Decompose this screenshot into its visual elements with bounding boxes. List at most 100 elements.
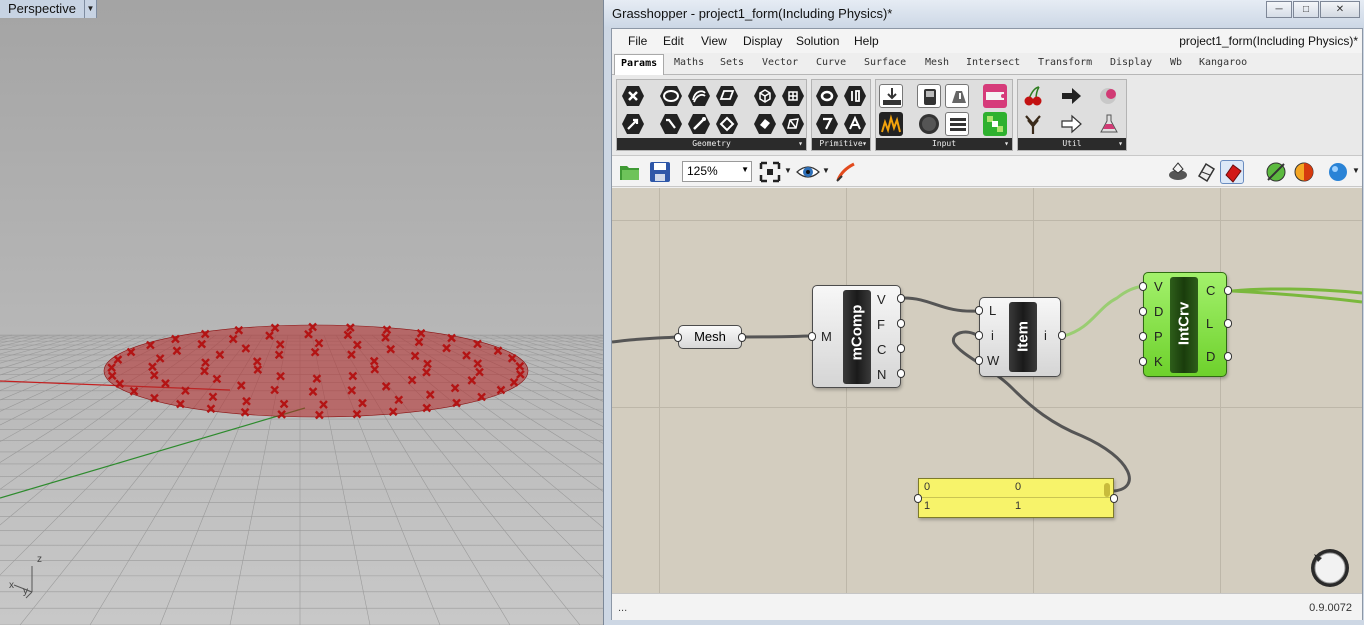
gradient-icon[interactable]	[983, 84, 1007, 108]
tab-curve[interactable]: Curve	[816, 57, 846, 68]
viewport-tab[interactable]: Perspective ▼	[0, 0, 97, 18]
circle-param-icon[interactable]	[659, 84, 683, 108]
open-file-icon[interactable]	[618, 160, 642, 184]
tab-display[interactable]: Display	[1110, 57, 1152, 68]
tab-kangaroo[interactable]: Kangaroo	[1199, 57, 1247, 68]
mesh-components-node[interactable]: M mComp V F C N	[812, 285, 901, 388]
intcrv-grip-l[interactable]	[1224, 319, 1232, 328]
box-param-icon[interactable]	[753, 84, 777, 108]
preview-eye-icon[interactable]	[796, 160, 820, 184]
boolean-param-icon[interactable]	[815, 84, 839, 108]
boolean-toggle-grid-icon[interactable]	[983, 112, 1007, 136]
menu-edit[interactable]: Edit	[663, 34, 684, 48]
bake-icon[interactable]	[1264, 160, 1288, 184]
minimize-button[interactable]: ─	[1266, 1, 1292, 18]
data-tree-icon[interactable]	[1021, 112, 1045, 136]
navigation-compass-icon[interactable]	[1308, 546, 1352, 590]
tab-intersect[interactable]: Intersect	[966, 57, 1020, 68]
toggle-icon[interactable]	[917, 112, 941, 136]
tab-maths[interactable]: Maths	[674, 57, 704, 68]
intcrv-grip-d-out[interactable]	[1224, 352, 1232, 361]
item-grip-l[interactable]	[975, 306, 983, 315]
sketch-pen-icon[interactable]	[834, 160, 858, 184]
geometry-hex-icon[interactable]	[621, 84, 645, 108]
intcrv-grip-c[interactable]	[1224, 286, 1232, 295]
intcrv-grip-p[interactable]	[1139, 332, 1147, 341]
integer-param-icon[interactable]	[843, 84, 867, 108]
interpolate-curve-node[interactable]: V D P K IntCrv C L D	[1143, 272, 1227, 377]
preview-dropdown-icon[interactable]: ▼	[822, 166, 830, 175]
panel-output-grip[interactable]	[1110, 494, 1118, 503]
brep-param-icon[interactable]	[753, 112, 777, 136]
save-file-icon[interactable]	[648, 160, 672, 184]
text-param-icon[interactable]	[843, 112, 867, 136]
mesh-param-input-grip[interactable]	[674, 333, 682, 342]
relay-arrow-icon[interactable]	[1059, 84, 1083, 108]
mesh-param-component[interactable]: Mesh	[678, 325, 742, 349]
menu-help[interactable]: Help	[854, 34, 879, 48]
sphere-dropdown-icon[interactable]: ▼	[1352, 166, 1360, 175]
cherry-picker-icon[interactable]	[1021, 84, 1045, 108]
tab-vector[interactable]: Vector	[762, 57, 798, 68]
tab-surface[interactable]: Surface	[864, 57, 906, 68]
menu-view[interactable]: View	[701, 34, 727, 48]
mcomp-grip-n[interactable]	[897, 369, 905, 378]
value-list-icon[interactable]	[945, 112, 969, 136]
viewport-title[interactable]: Perspective	[0, 0, 85, 18]
panel-input-label[interactable]: Input	[876, 138, 1012, 150]
tab-mesh[interactable]: Mesh	[925, 57, 949, 68]
zoom-level-select[interactable]: 125% ▼	[682, 161, 752, 182]
zoom-extents-icon[interactable]	[758, 160, 782, 184]
point-param-icon[interactable]	[621, 112, 645, 136]
menu-solution[interactable]: Solution	[796, 34, 839, 48]
mesh-param-icon[interactable]	[781, 112, 805, 136]
display-color-icon[interactable]	[1292, 160, 1316, 184]
flask-icon[interactable]	[1097, 112, 1121, 136]
curve-param-icon[interactable]	[687, 84, 711, 108]
wireframe-icon[interactable]	[1194, 160, 1218, 184]
window-titlebar[interactable]: Grasshopper - project1_form(Including Ph…	[604, 0, 1364, 27]
item-grip-out[interactable]	[1058, 331, 1066, 340]
mcomp-grip-f[interactable]	[897, 319, 905, 328]
close-button[interactable]: ✕	[1320, 1, 1360, 18]
menu-file[interactable]: File	[628, 34, 647, 48]
menu-display[interactable]: Display	[743, 34, 782, 48]
graph-mapper-icon[interactable]	[879, 112, 903, 136]
node-canvas[interactable]: Mesh M mComp V F C N L i W Item i V D P …	[612, 188, 1362, 593]
panel-util-label[interactable]: Util	[1018, 138, 1126, 150]
item-grip-i[interactable]	[975, 331, 983, 340]
tab-params[interactable]: Params	[614, 54, 665, 75]
rhino-perspective-viewport[interactable]: z x y Perspective ▼	[0, 0, 603, 625]
mesh-param-output-grip[interactable]	[738, 333, 746, 342]
maximize-button[interactable]: □	[1293, 1, 1319, 18]
panel-input-grip[interactable]	[914, 494, 922, 503]
plane-param-icon[interactable]	[715, 112, 739, 136]
intcrv-grip-v[interactable]	[1139, 282, 1147, 291]
tab-wb[interactable]: Wb	[1170, 57, 1182, 68]
mcomp-grip-v[interactable]	[897, 294, 905, 303]
intcrv-grip-d[interactable]	[1139, 307, 1147, 316]
tab-sets[interactable]: Sets	[720, 57, 744, 68]
panel-primitive-label[interactable]: Primitive	[812, 138, 870, 150]
vector-param-icon[interactable]	[687, 112, 711, 136]
preview-mesh-icon[interactable]	[1166, 160, 1190, 184]
panel-geometry-label[interactable]: Geometry	[617, 138, 806, 150]
button-icon[interactable]	[917, 84, 941, 108]
intcrv-grip-k[interactable]	[1139, 357, 1147, 366]
yellow-data-panel[interactable]: 0 0 1 1	[918, 478, 1114, 518]
control-knob-icon[interactable]	[945, 84, 969, 108]
mcomp-grip-c[interactable]	[897, 344, 905, 353]
viewport-menu-arrow-icon[interactable]: ▼	[84, 0, 97, 18]
shaded-preview-icon[interactable]	[1220, 160, 1244, 184]
list-item-node[interactable]: L i W Item i	[979, 297, 1061, 377]
galapagos-icon[interactable]	[1097, 84, 1121, 108]
sphere-icon[interactable]	[1326, 160, 1350, 184]
surface-param-icon[interactable]	[715, 84, 739, 108]
import-icon[interactable]	[879, 84, 903, 108]
mcomp-grip-m[interactable]	[808, 332, 816, 341]
field-param-icon[interactable]	[781, 84, 805, 108]
zoom-extents-dropdown-icon[interactable]: ▼	[784, 166, 792, 175]
item-grip-w[interactable]	[975, 356, 983, 365]
number-param-icon[interactable]	[815, 112, 839, 136]
panel-scrollbar[interactable]	[1104, 483, 1110, 497]
